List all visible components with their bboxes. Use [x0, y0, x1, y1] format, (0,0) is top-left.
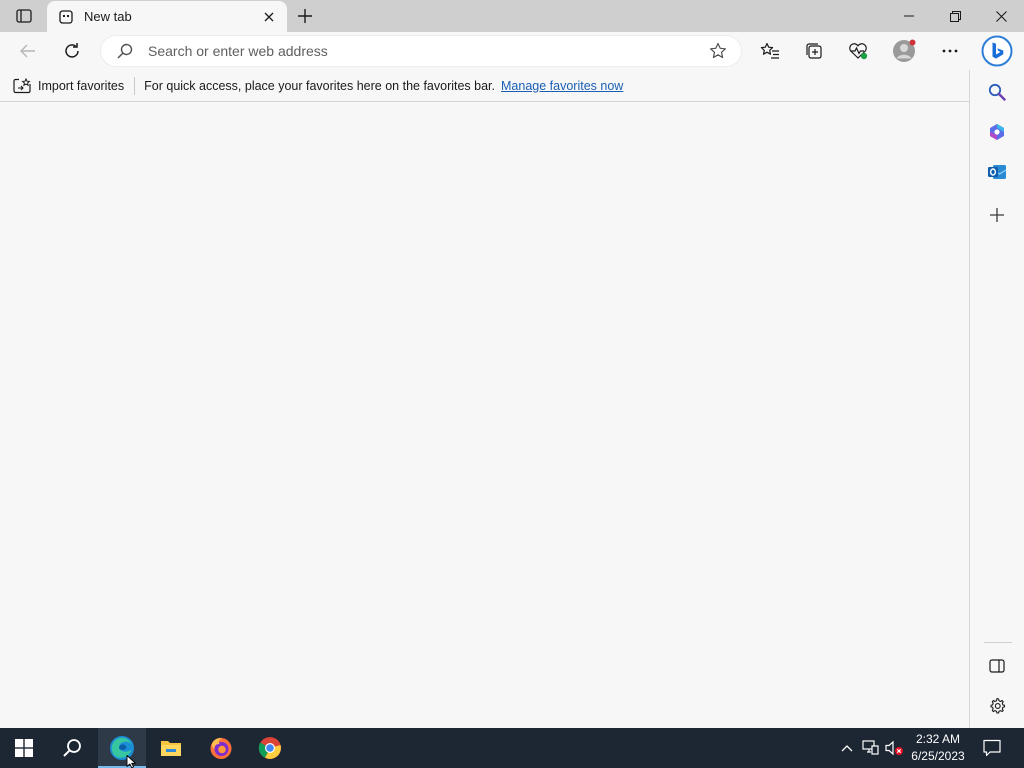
- tab-close-button[interactable]: [255, 3, 283, 31]
- taskbar-file-explorer-button[interactable]: [147, 728, 195, 768]
- favorites-bar-divider: [134, 76, 136, 95]
- manage-favorites-link[interactable]: Manage favorites now: [501, 79, 623, 93]
- tab-new-tab[interactable]: New tab: [47, 1, 287, 32]
- favorites-bar: Import favorites For quick access, place…: [0, 70, 969, 102]
- toolbar: [0, 32, 1024, 70]
- import-favorites-button[interactable]: Import favorites: [13, 74, 124, 98]
- browser-essentials-icon: [849, 43, 868, 60]
- refresh-button[interactable]: [56, 35, 88, 67]
- volume-button[interactable]: [885, 738, 905, 758]
- refresh-icon: [65, 43, 79, 58]
- import-favorites-icon: [13, 77, 31, 93]
- back-button[interactable]: [12, 35, 44, 67]
- sidebar-microsoft-365-button[interactable]: [983, 118, 1011, 146]
- search-icon: [988, 83, 1006, 101]
- sidebar-settings-button[interactable]: [983, 692, 1011, 720]
- firefox-icon: [210, 737, 232, 759]
- minimize-button[interactable]: [886, 0, 932, 32]
- minimize-icon: [904, 15, 914, 17]
- chevron-up-icon: [841, 745, 853, 752]
- chrome-icon: [258, 737, 281, 759]
- favorites-bar-message: For quick access, place your favorites h…: [144, 78, 496, 93]
- mouse-cursor-icon: [126, 755, 136, 768]
- settings-and-more-button[interactable]: [934, 35, 966, 67]
- new-tab-button[interactable]: [292, 4, 318, 28]
- show-hidden-icons-button[interactable]: [837, 738, 857, 758]
- tab-actions-icon: [16, 9, 32, 23]
- tab-strip: New tab: [0, 0, 1024, 32]
- start-icon: [15, 739, 33, 757]
- restore-button[interactable]: [932, 0, 978, 32]
- add-icon: [990, 208, 1004, 222]
- close-icon: [995, 10, 1007, 22]
- sidebar-search-button[interactable]: [983, 78, 1011, 106]
- taskbar-firefox-button[interactable]: [197, 728, 245, 768]
- back-icon: [20, 44, 35, 58]
- network-icon: [862, 740, 879, 755]
- taskbar-search-button[interactable]: [48, 728, 96, 768]
- taskbar-edge-button[interactable]: [98, 728, 146, 768]
- taskbar: 2:32 AM 6/25/2023: [0, 728, 1024, 768]
- hide-sidebar-icon: [989, 659, 1005, 673]
- profile-icon: [893, 39, 916, 62]
- tab-actions-button[interactable]: [12, 6, 36, 26]
- bing-chat-icon: [981, 35, 1013, 67]
- outlook-icon: [988, 165, 1007, 179]
- plus-icon: [298, 9, 312, 23]
- page-content: [0, 103, 969, 728]
- network-button[interactable]: [861, 738, 881, 758]
- new-tab-page-icon: [58, 9, 74, 25]
- settings-icon: [990, 697, 1006, 714]
- clock-date: 6/25/2023: [911, 749, 965, 763]
- sidebar-divider: [984, 642, 1012, 643]
- browser-essentials-button[interactable]: [842, 35, 874, 67]
- sidebar-outlook-button[interactable]: [983, 158, 1011, 186]
- favorites-icon: [760, 42, 779, 59]
- volume-muted-icon: [885, 740, 903, 756]
- taskbar-clock[interactable]: 2:32 AM 6/25/2023: [906, 731, 970, 765]
- favorites-button[interactable]: [754, 35, 786, 67]
- more-icon: [942, 49, 958, 53]
- collections-icon: [806, 43, 822, 59]
- microsoft-365-icon: [990, 124, 1004, 140]
- hide-sidebar-button[interactable]: [983, 652, 1011, 680]
- notification-icon: [983, 739, 1001, 757]
- taskbar-chrome-button[interactable]: [246, 728, 294, 768]
- sidebar: [969, 70, 1024, 728]
- search-icon: [117, 43, 133, 59]
- collections-button[interactable]: [798, 35, 830, 67]
- bing-chat-button[interactable]: [980, 34, 1014, 68]
- file-explorer-icon: [161, 741, 181, 756]
- start-button[interactable]: [0, 728, 48, 768]
- action-center-button[interactable]: [980, 736, 1004, 760]
- profile-button[interactable]: [888, 35, 920, 67]
- address-bar[interactable]: [101, 36, 741, 66]
- sidebar-add-button[interactable]: [983, 201, 1011, 229]
- restore-icon: [949, 10, 961, 22]
- address-input[interactable]: [148, 43, 688, 59]
- star-icon: [710, 42, 726, 59]
- tab-title: New tab: [84, 9, 132, 24]
- add-favorite-button[interactable]: [709, 42, 727, 60]
- search-icon: [63, 739, 81, 757]
- close-window-button[interactable]: [978, 0, 1024, 32]
- import-favorites-label: Import favorites: [38, 78, 125, 93]
- close-icon: [264, 12, 274, 21]
- clock-time: 2:32 AM: [915, 732, 961, 746]
